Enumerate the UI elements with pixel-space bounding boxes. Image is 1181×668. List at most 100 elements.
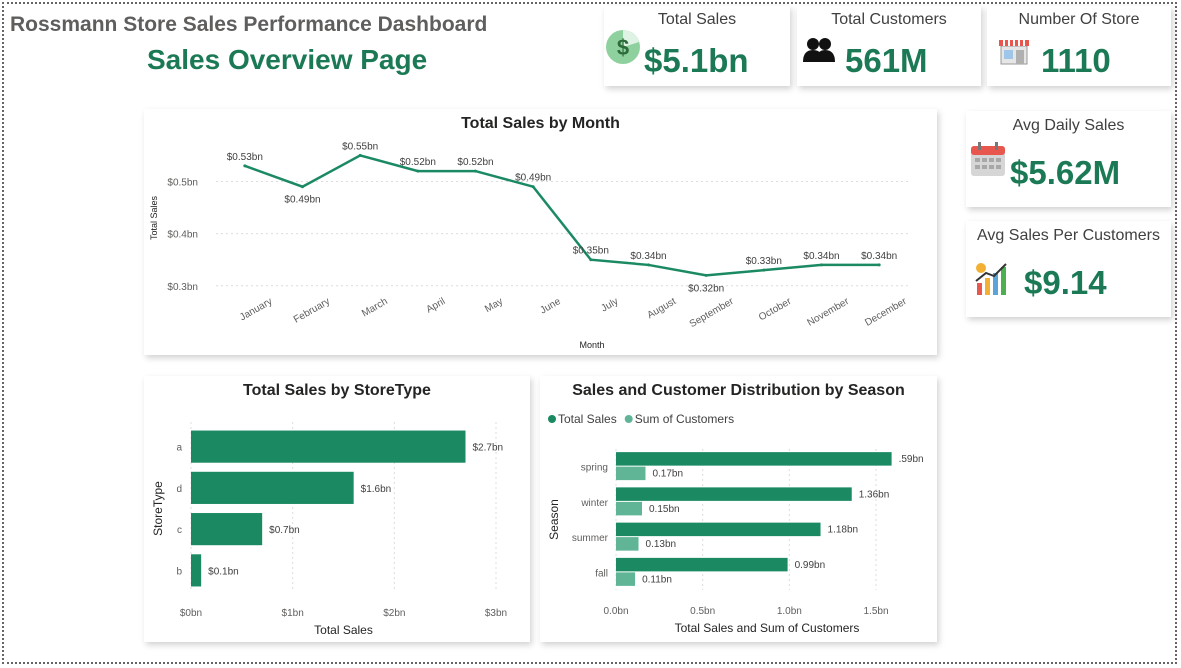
legend-marker	[624, 415, 633, 423]
data-label: $0.32bn	[688, 283, 724, 294]
kpi-label: Total Sales	[657, 11, 737, 28]
x-tick-label: January	[238, 296, 274, 323]
data-label: $0.1bn	[208, 566, 239, 577]
dollar-icon: $	[604, 28, 642, 71]
kpi-label: Avg Daily Sales	[1012, 117, 1125, 134]
y-axis-title: Season	[547, 499, 561, 540]
data-label: 1.36bn	[859, 489, 890, 500]
people-icon	[803, 36, 835, 69]
y-axis-title: Total Sales	[149, 195, 159, 240]
chart-sales-by-storetype[interactable]: Total Sales by StoreType $0bn $1bn $2bn $3b…	[144, 376, 530, 642]
chart-sales-by-month[interactable]: Total Sales by Month $0.3bn $0.4bn $0.5bn T…	[144, 109, 937, 355]
x-tick-label: December	[863, 296, 909, 329]
data-label: $1.6bn	[361, 484, 392, 495]
kpi-label: Number Of Store	[1018, 11, 1140, 28]
bar	[616, 466, 646, 481]
kpi-card-avg-sales-per-customer[interactable]: Avg Sales Per Customers $9.14	[966, 221, 1171, 317]
x-tick-label: 0.0bn	[603, 606, 628, 617]
x-tick-label: May	[483, 296, 505, 315]
x-tick-label: July	[599, 296, 620, 314]
data-point	[416, 169, 420, 173]
bar	[191, 471, 354, 504]
bar	[191, 554, 202, 587]
data-label: $0.7bn	[269, 525, 300, 536]
x-tick-label: 1.5bn	[863, 606, 888, 617]
data-point	[762, 268, 766, 272]
data-point	[589, 258, 593, 262]
y-tick-label: fall	[595, 568, 608, 579]
y-tick-label: winter	[580, 498, 608, 509]
data-label: 0.11bn	[642, 574, 672, 585]
y-tick-label: d	[176, 484, 182, 495]
x-tick-label: June	[538, 296, 563, 317]
x-tick-label: March	[360, 296, 390, 319]
x-tick-label: February	[292, 296, 332, 326]
data-point	[820, 263, 823, 267]
x-tick-label: October	[757, 296, 794, 324]
data-label: $0.34bn	[803, 251, 839, 262]
bar	[616, 487, 852, 501]
page-subtitle: Sales Overview Page	[147, 44, 428, 75]
kpi-card-avg-daily-sales[interactable]: Avg Daily Sales $5.62M	[966, 111, 1171, 207]
data-label: $0.49bn	[515, 173, 551, 184]
kpi-value: $5.62M	[1010, 154, 1121, 191]
data-label: $2.7bn	[473, 443, 504, 454]
data-label: .59bn	[899, 454, 924, 465]
kpi-card-total-sales[interactable]: Total Sales $ $5.1bn	[604, 6, 790, 86]
y-tick-label: $0.4bn	[167, 230, 198, 241]
bar	[616, 452, 892, 466]
x-tick-label: August	[646, 296, 679, 321]
data-label: 0.99bn	[795, 560, 826, 571]
x-axis-title: Total Sales	[314, 623, 373, 637]
calendar-icon	[970, 141, 1006, 182]
data-label: $0.34bn	[630, 251, 666, 262]
data-label: 0.17bn	[652, 469, 683, 480]
page-title: Rossmann Store Sales Performance Dashboa…	[10, 13, 488, 36]
series-line-total-sales	[244, 154, 880, 277]
bar	[616, 501, 642, 516]
x-tick-label: September	[688, 296, 736, 330]
y-axis-title: StoreType	[151, 481, 165, 536]
x-tick-label: $0bn	[180, 608, 202, 619]
bar	[191, 513, 263, 546]
y-tick-label: $0.3bn	[167, 282, 198, 293]
data-label: $0.53bn	[227, 152, 263, 163]
data-label: $0.33bn	[746, 256, 782, 267]
x-axis-title: Month	[579, 340, 604, 350]
data-label: $0.55bn	[342, 141, 378, 152]
bar	[616, 522, 821, 537]
data-point	[301, 185, 304, 189]
data-point	[704, 273, 708, 277]
kpi-value: 1110	[1041, 42, 1111, 79]
x-tick-label: 1.0bn	[777, 606, 802, 617]
data-point	[647, 263, 650, 267]
y-tick-label: a	[176, 443, 182, 454]
data-label: 0.13bn	[646, 539, 677, 550]
chart-season-distribution[interactable]: Sales and Customer Distribution by Seaso…	[540, 376, 937, 642]
legend-marker	[548, 415, 556, 423]
y-tick-label: c	[177, 525, 182, 536]
data-label: $0.35bn	[573, 246, 609, 257]
data-label: $0.52bn	[457, 157, 493, 168]
x-tick-label: November	[806, 296, 852, 329]
bar	[616, 572, 636, 586]
data-point	[243, 164, 247, 168]
y-tick-label: b	[176, 566, 182, 577]
store-icon	[999, 36, 1029, 71]
kpi-value: $5.1bn	[644, 42, 749, 79]
x-tick-label: April	[424, 296, 447, 316]
kpi-card-total-customers[interactable]: Total Customers 561M	[797, 6, 981, 86]
bar-chart-growth-icon	[974, 261, 1010, 302]
kpi-card-number-of-store[interactable]: Number Of Store 1110	[987, 6, 1171, 86]
bar	[191, 430, 466, 463]
data-point	[358, 153, 362, 157]
y-tick-label: spring	[581, 463, 608, 474]
kpi-value: 561M	[845, 42, 928, 79]
svg-text:$: $	[617, 35, 629, 60]
x-tick-label: $2bn	[383, 608, 405, 619]
data-point	[531, 185, 535, 189]
bar	[616, 557, 788, 572]
y-tick-label: summer	[572, 533, 609, 544]
x-tick-label: 0.5bn	[690, 606, 715, 617]
legend-label: Sum of Customers	[635, 412, 734, 426]
